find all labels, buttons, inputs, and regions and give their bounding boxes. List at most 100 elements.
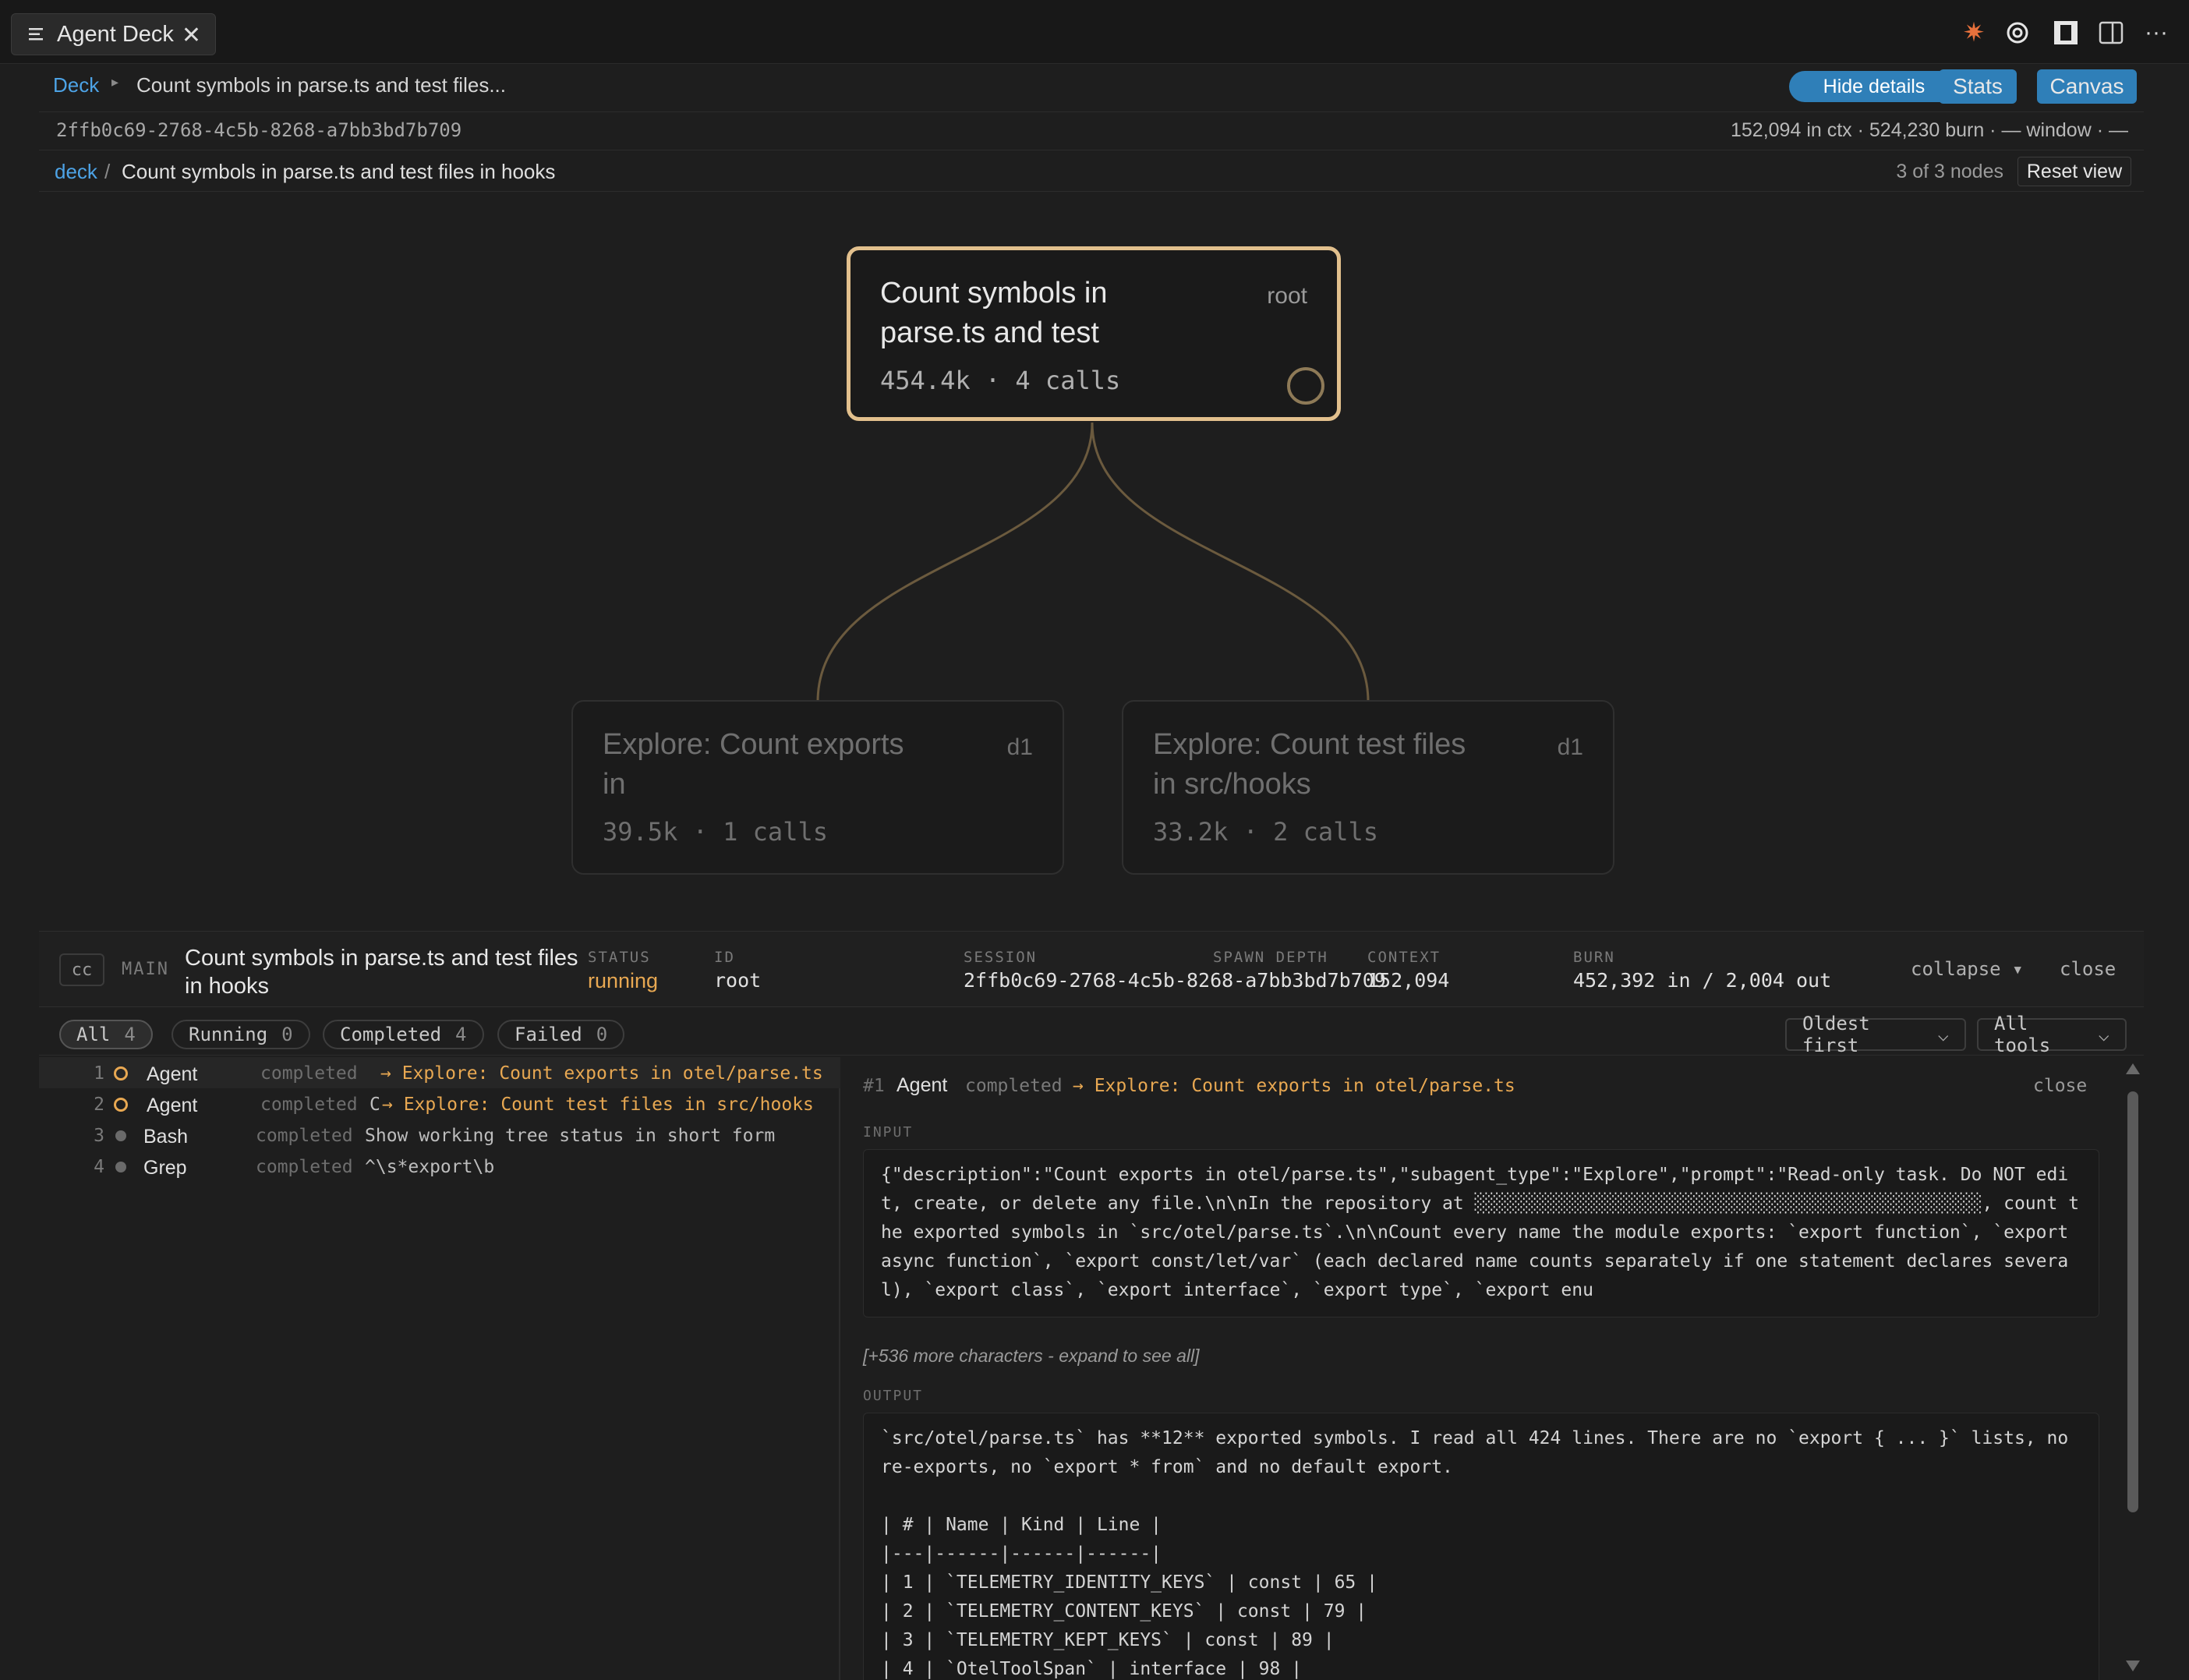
event-mark: C (370, 1095, 380, 1115)
event-detail-pane: #1 Agent completed → Explore: Count expo… (842, 1057, 2128, 1680)
close-detail-button[interactable]: close (2060, 958, 2116, 980)
output-code-block: `src/otel/parse.ts` has **12** exported … (863, 1413, 2099, 1680)
agent-name: Count symbols in parse.ts and test files… (185, 946, 578, 999)
event-filter-bar: All 4 Running 0 Completed 4 Failed 0 Oldest … (39, 1007, 2144, 1056)
event-row[interactable]: 4 Grep completed ^\s*export\b (39, 1151, 840, 1182)
chip-label: Completed (340, 1024, 442, 1045)
event-row[interactable]: 1 Agent completed → Explore: Count expor… (39, 1057, 840, 1088)
agent-detail-header: cc MAIN Count symbols in parse.ts and te… (39, 931, 2144, 1007)
sort-value: Oldest first (1802, 1013, 1870, 1056)
event-row[interactable]: 2 Agent completed C → Explore: Count tes… (39, 1088, 840, 1119)
event-number: 2 (94, 1095, 104, 1115)
chip-label: All (76, 1024, 111, 1045)
event-description: Show working tree status in short form (365, 1126, 776, 1146)
breadcrumb: Deck ▸ Count symbols in parse.ts and tes… (39, 69, 2144, 104)
event-detail-state: completed (965, 1076, 1063, 1096)
split-editor-icon[interactable] (2095, 17, 2127, 48)
event-number: 1 (94, 1063, 104, 1084)
tab-title: Agent Deck (57, 21, 174, 47)
filter-running-chip[interactable]: Running 0 (172, 1020, 310, 1049)
event-list: 1 Agent completed → Explore: Count expor… (39, 1057, 840, 1680)
event-tool: Grep (143, 1157, 187, 1179)
node-meta: 33.2k · 2 calls (1153, 817, 1378, 847)
edge-root-to-child-b (1091, 422, 1370, 702)
event-state: completed (256, 1157, 353, 1177)
chevron-down-icon: ⌵ (2098, 1024, 2109, 1045)
session-info-row: 2ffb0c69-2768-4c5b-8268-a7bb3bd7b709 152… (39, 111, 2144, 150)
more-icon[interactable]: ··· (2141, 17, 2172, 48)
event-tool: Bash (143, 1126, 188, 1148)
event-row[interactable]: 3 Bash completed Show working tree statu… (39, 1119, 840, 1151)
path-title: Count symbols in parse.ts and test files… (122, 160, 556, 183)
chip-count: 4 (124, 1024, 136, 1045)
event-description: → Explore: Count test files in src/hooks (382, 1095, 814, 1115)
graph-node-child[interactable]: Explore: Count exports in d1 39.5k · 1 c… (571, 700, 1064, 875)
filter-completed-chip[interactable]: Completed 4 (323, 1020, 484, 1049)
node-title: Count symbols in parse.ts and test (880, 277, 1108, 349)
tool-filter-select[interactable]: All tools ⌵ (1977, 1013, 2127, 1056)
event-number: 4 (94, 1157, 104, 1177)
scroll-thumb[interactable] (2127, 1091, 2138, 1512)
chip-count: 0 (281, 1024, 293, 1045)
hide-details-button[interactable]: Hide details (1789, 71, 1959, 102)
event-detail-tool: Agent (896, 1074, 948, 1096)
event-tool: Agent (147, 1095, 198, 1116)
openai-icon[interactable] (2002, 17, 2033, 48)
expand-more-link[interactable]: [+536 more characters - expand to see al… (863, 1346, 1200, 1367)
chip-count: 0 (596, 1024, 608, 1045)
path-deck-link[interactable]: deck (55, 160, 97, 184)
menu-icon (29, 22, 46, 48)
chip-count: 4 (455, 1024, 467, 1045)
filter-failed-chip[interactable]: Failed 0 (497, 1020, 625, 1049)
status-ring-icon (114, 1066, 128, 1081)
reset-view-button[interactable]: Reset view (2017, 157, 2131, 186)
claude-icon[interactable]: ✷ (1958, 17, 1989, 48)
breadcrumb-deck-link[interactable]: Deck (53, 73, 99, 97)
event-description: ^\s*export\b (365, 1157, 495, 1177)
chip-label: Running (189, 1024, 268, 1045)
sort-select[interactable]: Oldest first ⌵ (1785, 1013, 1966, 1056)
input-code-block: {"description":"Count exports in otel/pa… (863, 1149, 2099, 1317)
session-stats: 152,094 in ctx · 524,230 burn · — window… (1731, 119, 2128, 141)
square-icon[interactable] (2050, 17, 2081, 48)
graph-node-root[interactable]: Count symbols in parse.ts and test root … (847, 246, 1341, 421)
event-detail-target[interactable]: → Explore: Count exports in otel/parse.t… (1073, 1076, 1515, 1096)
canvas-button[interactable]: Canvas (2037, 69, 2137, 104)
event-description-text: → Explore: Count test files in src/hooks (382, 1095, 814, 1115)
session-value: 2ffb0c69-2768-4c5b-8268-a7bb3bd7b709 (964, 969, 1386, 992)
agent-badge: cc (59, 953, 104, 986)
node-title: Explore: Count test files in src/hooks (1153, 728, 1466, 801)
context-value: 152,094 (1367, 969, 1450, 992)
context-label: CONTEXT (1367, 949, 1441, 966)
status-ring-icon (1287, 367, 1324, 405)
event-state: completed (256, 1126, 353, 1146)
breadcrumb-title: Count symbols in parse.ts and test files… (136, 73, 506, 97)
id-label: ID (714, 949, 735, 966)
output-label: OUTPUT (863, 1388, 924, 1404)
close-tab-icon[interactable]: ✕ (182, 22, 201, 49)
detail-scrollbar[interactable] (2124, 1063, 2141, 1671)
event-state: completed (260, 1063, 358, 1084)
stats-button[interactable]: Stats (1939, 69, 2017, 104)
nodes-count: 3 of 3 nodes (1896, 161, 2003, 182)
status-label: STATUS (588, 949, 651, 966)
filter-all-chip[interactable]: All 4 (59, 1020, 153, 1049)
tab-bar: Agent Deck ✕ ✷ ··· (0, 0, 2189, 64)
tab-agent-deck[interactable]: Agent Deck ✕ (11, 13, 216, 55)
collapse-button[interactable]: collapse ▾ (1911, 958, 2024, 980)
agent-graph-canvas[interactable]: Count symbols in parse.ts and test root … (39, 193, 2144, 931)
status-ring-icon (114, 1098, 128, 1112)
session-label: SESSION (964, 949, 1038, 966)
input-label: INPUT (863, 1124, 914, 1141)
scroll-up-icon[interactable] (2126, 1063, 2140, 1074)
status-dot-icon (115, 1130, 126, 1141)
node-meta: 454.4k · 4 calls (880, 366, 1121, 395)
graph-node-child[interactable]: Explore: Count test files in src/hooks d… (1122, 700, 1614, 875)
node-tag: d1 (1557, 734, 1583, 760)
scroll-down-icon[interactable] (2126, 1661, 2140, 1671)
edge-root-to-child-a (816, 422, 1094, 702)
path-breadcrumb: deck / Count symbols in parse.ts and tes… (39, 153, 2144, 192)
close-event-detail-button[interactable]: close (2033, 1076, 2087, 1096)
chevron-down-icon: ⌵ (1937, 1024, 1949, 1045)
node-tag: d1 (1006, 734, 1033, 760)
